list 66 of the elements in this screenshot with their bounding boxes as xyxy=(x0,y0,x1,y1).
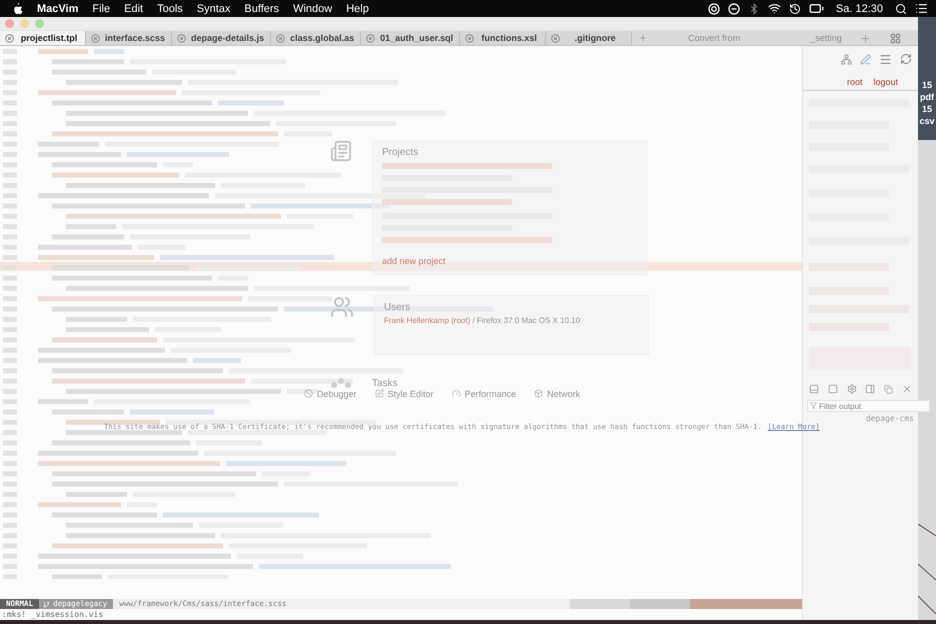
window-zoom-button[interactable] xyxy=(35,19,44,28)
pen-icon[interactable] xyxy=(860,54,871,64)
section-title: Tasks xyxy=(372,378,398,389)
user-session-text: Frank Hellenkamp (root) / Firefox 37.0 Mac OS X 10.10 xyxy=(384,316,582,325)
close-icon[interactable] xyxy=(91,34,100,42)
file-type-label[interactable]: csv xyxy=(919,116,935,127)
close-icon[interactable] xyxy=(177,34,186,42)
menu-item[interactable]: Edit xyxy=(124,2,144,16)
sitemap-icon[interactable] xyxy=(841,54,852,64)
settings-icon[interactable] xyxy=(846,384,857,394)
menu-item[interactable]: Tools xyxy=(157,2,183,16)
editor-tab[interactable]: interface.scss xyxy=(86,31,172,45)
menu-item[interactable]: Window xyxy=(293,2,332,16)
plus-icon[interactable] xyxy=(860,32,871,44)
window-close-button[interactable] xyxy=(5,19,14,28)
account-link[interactable]: logout xyxy=(873,76,898,88)
section-title: Users xyxy=(384,302,412,313)
refresh-icon[interactable] xyxy=(900,53,912,65)
close-icon[interactable] xyxy=(5,34,14,42)
account-link[interactable]: root xyxy=(846,76,862,88)
editor-tab[interactable]: depage-details.js xyxy=(172,31,272,45)
ring-icon[interactable] xyxy=(708,2,720,14)
battery-icon[interactable] xyxy=(808,1,824,16)
menu-item[interactable]: File xyxy=(92,2,110,16)
filter-icon xyxy=(810,402,817,409)
dock-bottom-icon[interactable] xyxy=(809,384,820,394)
clock[interactable]: Sa. 12:30 xyxy=(836,2,883,14)
editor-tab[interactable]: functions.xsl xyxy=(460,31,546,45)
square-icon[interactable] xyxy=(828,384,838,394)
list-icon[interactable] xyxy=(915,2,928,15)
windows-icon[interactable] xyxy=(884,384,893,394)
editor-tab[interactable]: projectlist.tpl xyxy=(0,31,86,45)
file-type-label[interactable]: pdf xyxy=(920,92,934,103)
menu-icon[interactable] xyxy=(879,52,892,66)
menu-item[interactable]: Help xyxy=(346,2,369,16)
close-icon[interactable] xyxy=(366,34,376,42)
dock-side-icon[interactable] xyxy=(865,384,876,394)
tab-icon xyxy=(374,389,384,398)
file-count-label[interactable]: 15 xyxy=(922,80,932,91)
close-icon[interactable] xyxy=(551,34,560,42)
users-icon xyxy=(330,295,354,319)
apple-icon[interactable] xyxy=(12,2,23,14)
close-icon[interactable] xyxy=(465,34,474,42)
section-title: Projects xyxy=(382,147,420,158)
app-menu[interactable]: MacVim xyxy=(37,2,78,16)
status-segment xyxy=(570,599,630,609)
branch-icon xyxy=(43,600,50,608)
grid-icon[interactable] xyxy=(890,32,901,44)
close-icon[interactable] xyxy=(276,34,286,42)
plus-icon[interactable] xyxy=(638,33,648,43)
tab-icon xyxy=(304,389,313,398)
tab-icon xyxy=(452,389,461,398)
minus-circle-icon[interactable] xyxy=(728,2,740,14)
search-icon[interactable] xyxy=(895,2,907,14)
editor-tab[interactable]: 01_auth_user.sql xyxy=(361,31,460,45)
close-icon[interactable] xyxy=(902,384,912,394)
editor-tab[interactable]: .gitignore xyxy=(546,31,632,45)
filter-output-field[interactable]: Filter output xyxy=(807,400,930,412)
newspaper-icon xyxy=(330,140,352,162)
menu-item[interactable]: Syntax xyxy=(196,2,230,16)
menu-item[interactable]: Buffers xyxy=(244,2,280,16)
file-count-label[interactable]: 15 xyxy=(922,104,932,115)
dots-icon xyxy=(330,378,352,388)
clock-arrow-icon[interactable] xyxy=(788,2,801,14)
editor-tab[interactable]: class.global.as xyxy=(271,31,362,45)
tab-icon xyxy=(534,389,544,398)
